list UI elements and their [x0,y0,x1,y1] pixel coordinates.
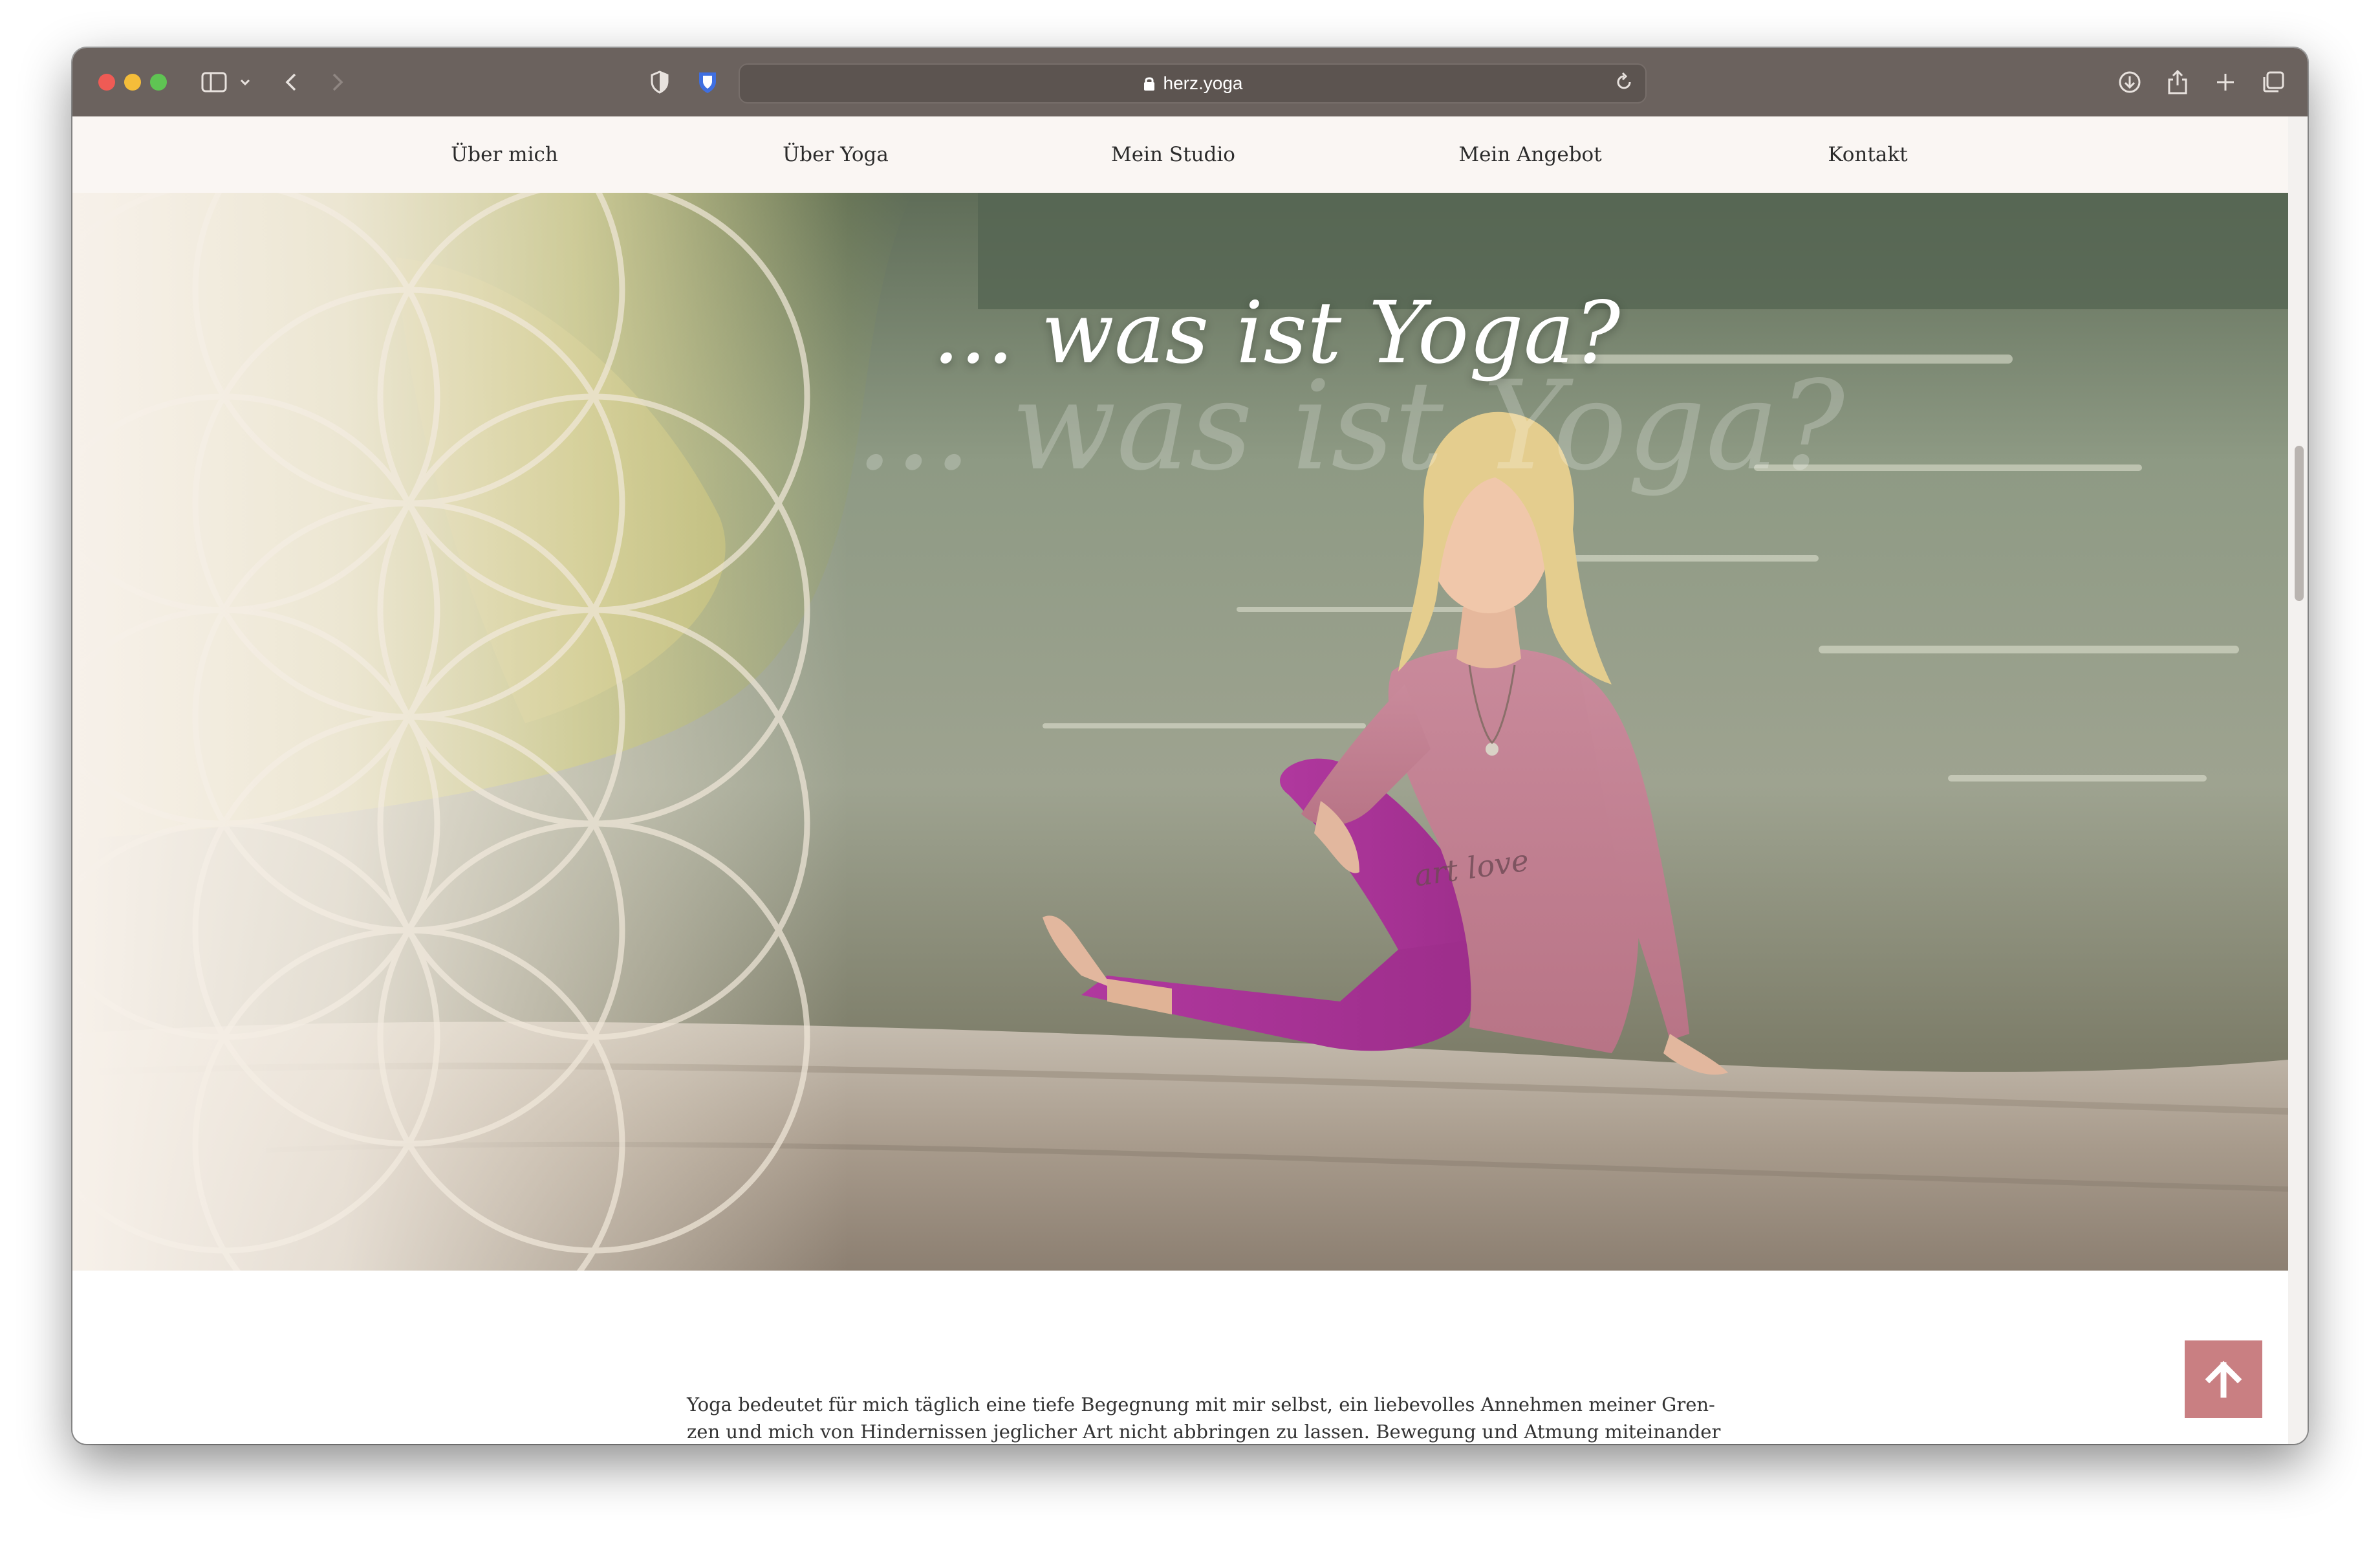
reload-icon[interactable] [1613,71,1635,96]
new-tab-icon[interactable] [2211,67,2240,97]
arrow-up-icon [2205,1361,2242,1398]
nav-item-mein-studio[interactable]: Mein Studio [1111,116,1235,193]
zoom-window-button[interactable] [150,74,167,91]
share-icon[interactable] [2163,67,2192,97]
nav-item-kontakt[interactable]: Kontakt [1828,116,1907,193]
intro-paragraph: Yoga bedeutet für mich täglich eine tief… [687,1391,1721,1444]
back-to-top-button[interactable] [2185,1340,2262,1418]
scrollbar-track[interactable] [2288,116,2308,1444]
back-arrow-icon[interactable] [278,67,304,97]
site-navigation: Über mich Über Yoga Mein Studio Mein Ang… [72,116,2288,193]
minimize-window-button[interactable] [124,74,141,91]
browser-window: herz.yoga Über mich Über Yoga Mein Studi… [72,48,2308,1444]
chevron-down-icon[interactable] [235,67,255,97]
browser-toolbar: herz.yoga [72,48,2308,118]
url-text: herz.yoga [1163,73,1243,93]
address-bar[interactable]: herz.yoga [739,63,1647,104]
download-icon[interactable] [2115,67,2145,97]
privacy-shield-icon[interactable] [647,67,673,97]
nav-item-mein-angebot[interactable]: Mein Angebot [1458,116,1601,193]
close-window-button[interactable] [98,74,115,91]
lock-icon [1143,77,1154,91]
forward-arrow-icon[interactable] [325,67,351,97]
nav-item-ueber-mich[interactable]: Über mich [451,116,558,193]
tab-overview-icon[interactable] [2258,67,2288,97]
paragraph-line: Yoga bedeutet für mich täglich eine tief… [687,1393,1715,1415]
nav-item-ueber-yoga[interactable]: Über Yoga [783,116,889,193]
scrollbar-thumb[interactable] [2295,446,2304,601]
sidebar-toggle-icon[interactable] [199,67,229,97]
password-manager-icon[interactable] [695,67,720,97]
hero-title: ... was ist Yoga? [933,283,1621,383]
hero-banner: art love ... was ist Yoga? ... was ist Y… [72,193,2288,1271]
paragraph-line: zen und mich von Hindernissen jeglicher … [687,1421,1721,1443]
